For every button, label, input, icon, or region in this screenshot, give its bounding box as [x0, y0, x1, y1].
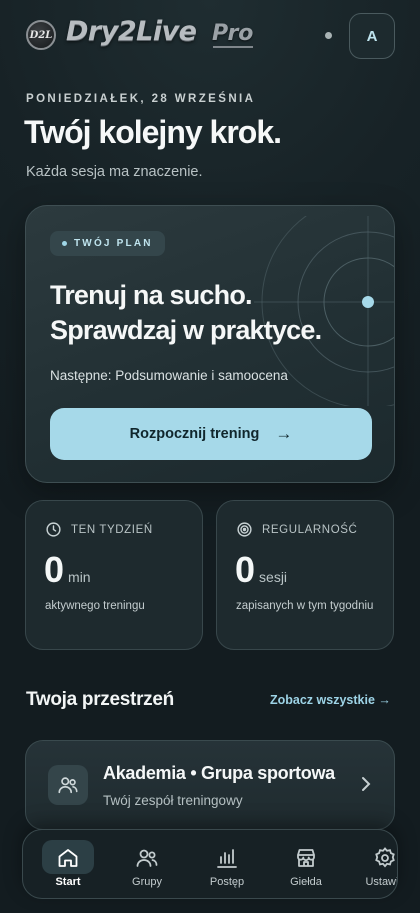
- tab-groups[interactable]: Grupy: [121, 830, 173, 898]
- plan-next-step: Następne: Podsumowanie i samoocena: [50, 368, 288, 383]
- tab-label: Giełda: [290, 876, 322, 888]
- stat-label: REGULARNOŚĆ: [262, 523, 358, 536]
- section-title: Twoja przestrzeń: [26, 689, 174, 710]
- clock-icon: [46, 522, 61, 537]
- start-training-button[interactable]: Rozpocznij trening →: [50, 408, 372, 460]
- badge-dot: [62, 241, 67, 246]
- home-icon: [58, 849, 78, 867]
- status-dot: [325, 32, 332, 39]
- start-training-label: Rozpocznij trening: [129, 426, 260, 442]
- stat-unit: sesji: [259, 569, 288, 585]
- tab-label: Ustawie: [365, 876, 397, 888]
- stat-label: TEN TYDZIEŃ: [71, 523, 153, 536]
- settings-icon: [375, 847, 395, 868]
- tab-settings[interactable]: Ustawie: [355, 830, 397, 898]
- logo-badge: D2L: [26, 20, 56, 50]
- chevron-right-icon: [362, 777, 371, 791]
- stat-card-week[interactable]: TEN TYDZIEŃ 0 min aktywnego treningu: [25, 500, 203, 650]
- target-icon: [237, 522, 252, 537]
- group-subtitle: Twój zespół treningowy: [103, 793, 243, 808]
- bar-chart-icon: [217, 849, 237, 868]
- tab-start[interactable]: Start: [42, 830, 94, 898]
- current-date: PONIEDZIAŁEK, 28 WRZEŚNIA: [26, 93, 256, 105]
- tab-label: Grupy: [132, 876, 162, 888]
- stat-value: 0 sesji: [235, 549, 287, 591]
- store-icon: [297, 849, 315, 867]
- stat-description: aktywnego treningu: [45, 600, 145, 612]
- tab-market[interactable]: Giełda: [280, 830, 332, 898]
- plan-title-line-2: Sprawdzaj w praktyce.: [50, 315, 322, 345]
- app-header: D2L Dry2Live Pro A: [0, 0, 420, 72]
- bottom-tab-bar: Start Grupy Postęp Giełda Ustawie: [22, 829, 398, 899]
- tab-progress[interactable]: Postęp: [201, 830, 253, 898]
- stat-number: 0: [235, 549, 256, 590]
- users-icon: [48, 765, 88, 805]
- tab-label: Postęp: [209, 876, 245, 888]
- logo-underline: [213, 46, 253, 48]
- see-all-link[interactable]: Zobacz wszystkie →: [270, 693, 391, 707]
- tab-label: Start: [55, 876, 81, 888]
- plan-card: TWÓJ PLAN Trenuj na sucho. Sprawdzaj w p…: [25, 205, 395, 483]
- plan-badge: TWÓJ PLAN: [50, 231, 165, 256]
- stat-header: TEN TYDZIEŃ: [45, 521, 153, 538]
- logo-wordmark: Dry2Live: [66, 16, 197, 47]
- plan-title: Trenuj na sucho. Sprawdzaj w praktyce.: [50, 278, 322, 348]
- stat-description: zapisanych w tym tygodniu: [236, 600, 374, 612]
- group-card[interactable]: Akademia • Grupa sportowa Twój zespół tr…: [25, 740, 395, 830]
- users-icon: [136, 849, 158, 867]
- stat-header: REGULARNOŚĆ: [236, 521, 357, 538]
- page-title: Twój kolejny krok.: [24, 114, 282, 150]
- stat-card-regularity[interactable]: REGULARNOŚĆ 0 sesji zapisanych w tym tyg…: [216, 500, 394, 650]
- avatar-button[interactable]: A: [349, 13, 395, 59]
- page-subtitle: Każda sesja ma znaczenie.: [26, 164, 203, 180]
- stat-value: 0 min: [44, 549, 91, 591]
- plan-badge-label: TWÓJ PLAN: [74, 238, 153, 249]
- plan-title-line-1: Trenuj na sucho.: [50, 280, 253, 310]
- logo-pro-label: Pro: [212, 21, 254, 46]
- stat-number: 0: [44, 549, 65, 590]
- stat-unit: min: [68, 569, 91, 585]
- arrow-right-icon: →: [275, 424, 293, 443]
- group-title: Akademia • Grupa sportowa: [103, 763, 335, 783]
